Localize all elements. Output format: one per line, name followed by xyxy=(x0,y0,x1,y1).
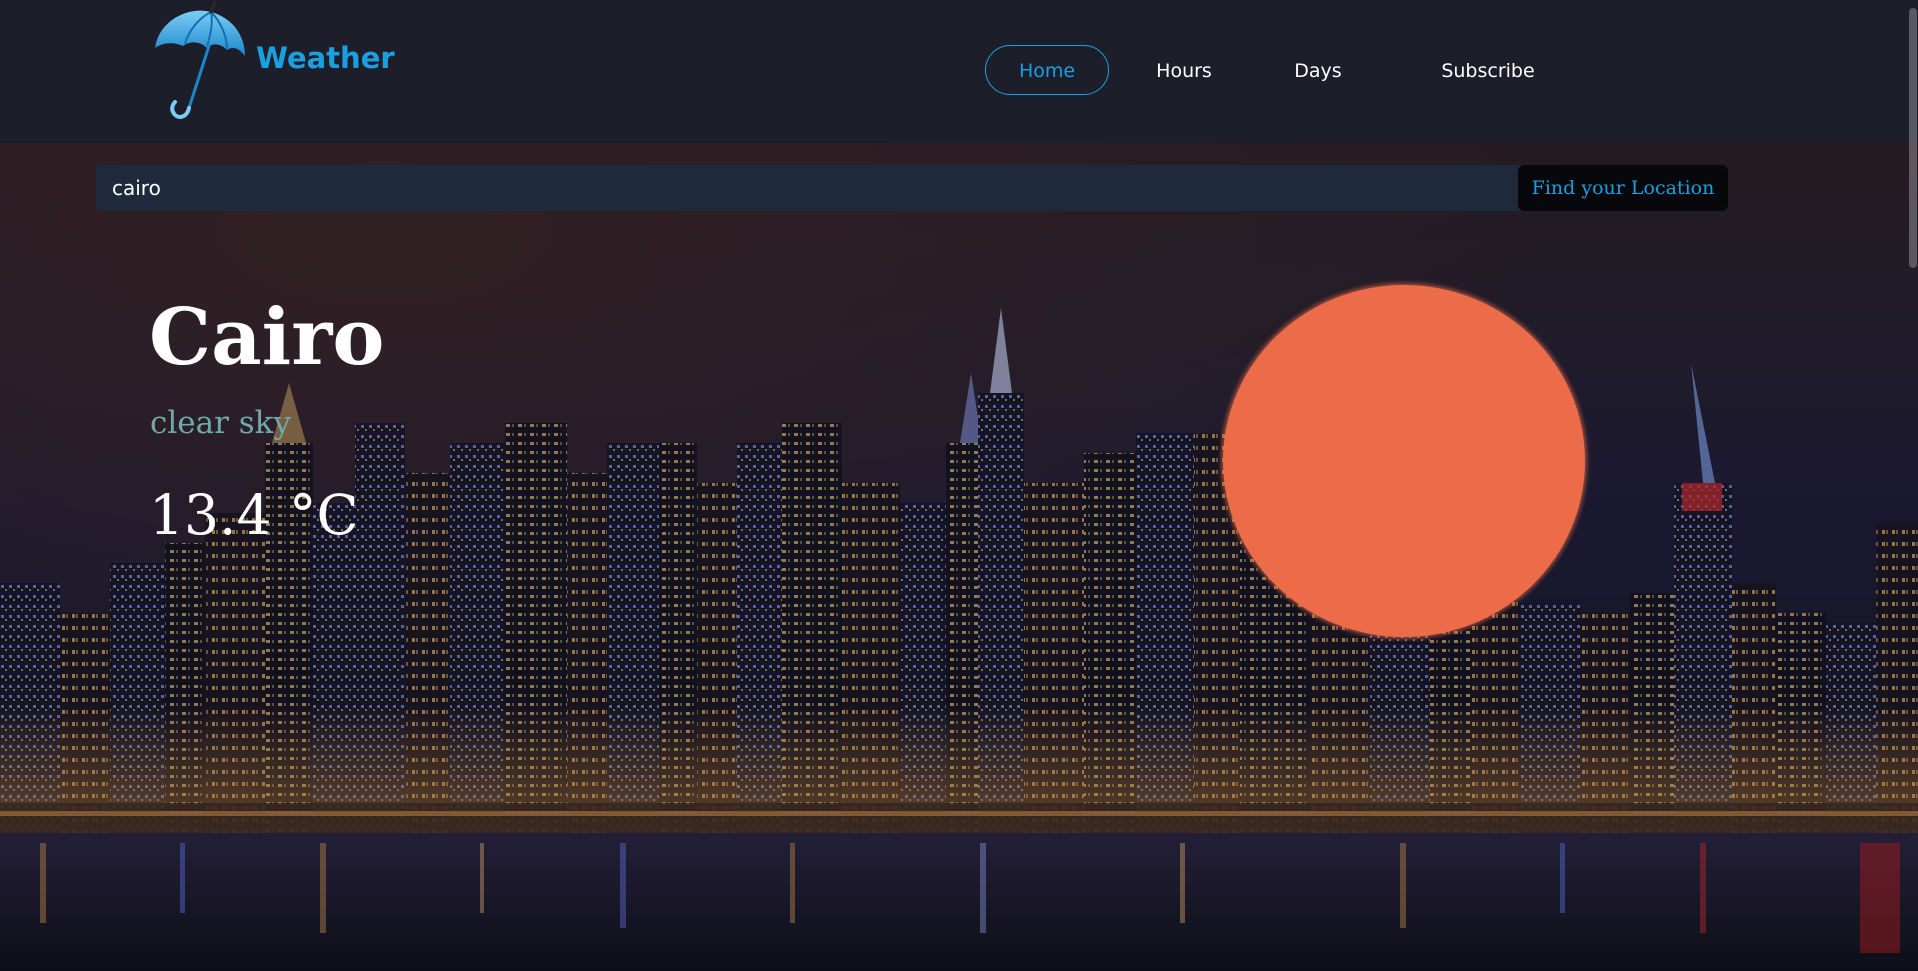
brand-link[interactable]: Weather xyxy=(149,0,395,122)
umbrella-icon xyxy=(155,0,245,119)
nav-subscribe[interactable]: Subscribe xyxy=(1418,45,1558,95)
search-bar: Find your Location xyxy=(96,165,1728,211)
nav-home[interactable]: Home xyxy=(985,45,1109,95)
brand-name: Weather xyxy=(256,41,395,75)
nav-hours[interactable]: Hours xyxy=(1134,45,1234,95)
navbar: Weather Home Hours Days Subscribe xyxy=(0,0,1918,143)
search-input[interactable] xyxy=(96,165,1516,211)
temperature: 13.4 °C xyxy=(149,483,359,547)
sun-icon xyxy=(1223,285,1585,637)
weather-condition: clear sky xyxy=(150,405,291,441)
main-nav: Home Hours Days Subscribe xyxy=(985,45,1558,95)
nav-days[interactable]: Days xyxy=(1268,45,1368,95)
hero-dim-overlay xyxy=(0,143,1918,971)
weather-page: Weather Home Hours Days Subscribe cairo … xyxy=(0,0,1918,971)
hero-background xyxy=(0,143,1918,971)
city-name: Cairo xyxy=(149,292,385,383)
find-location-button[interactable]: Find your Location xyxy=(1518,165,1728,211)
scrollbar[interactable] xyxy=(1909,8,1917,268)
